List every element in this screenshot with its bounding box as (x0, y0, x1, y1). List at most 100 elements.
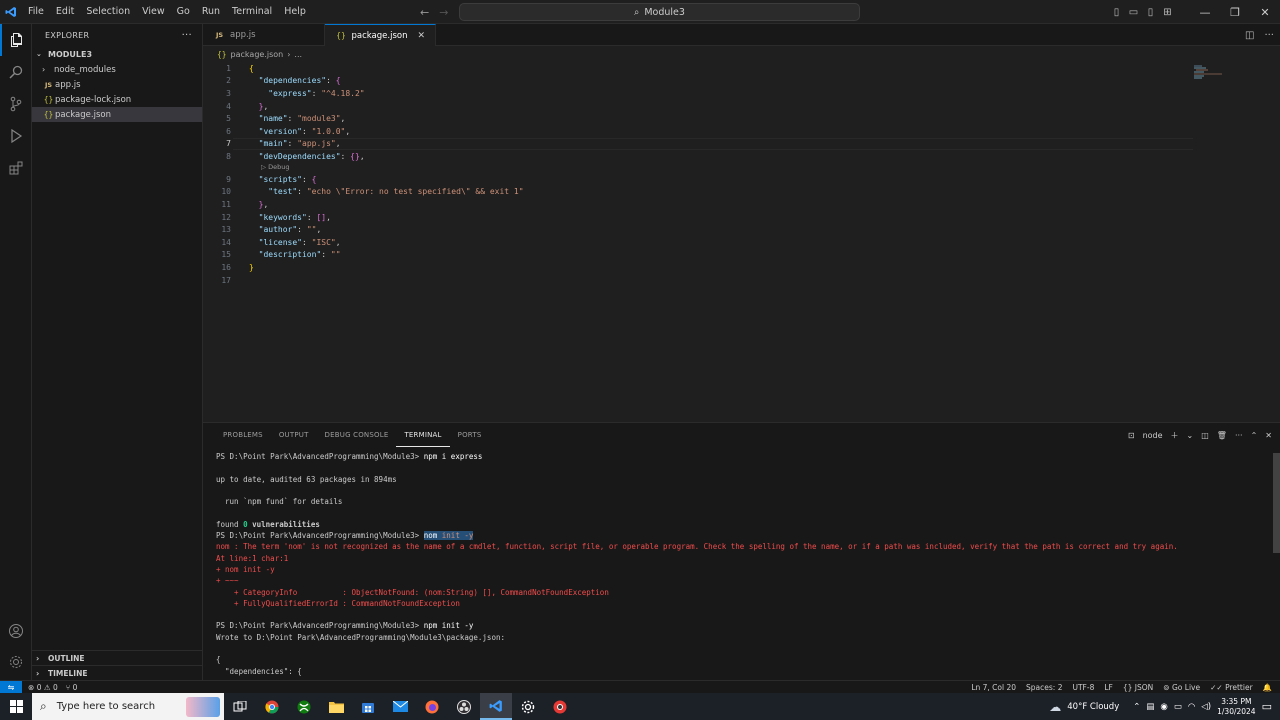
minimize-icon[interactable]: — (1190, 6, 1220, 19)
indentation[interactable]: Spaces: 2 (1026, 683, 1062, 692)
timeline-section[interactable]: › TIMELINE (32, 665, 203, 680)
more-actions-icon[interactable]: ··· (1264, 30, 1274, 41)
back-arrow-icon[interactable]: ← (420, 6, 429, 19)
menu-help[interactable]: Help (278, 0, 312, 24)
menu-run[interactable]: Run (196, 0, 226, 24)
encoding[interactable]: UTF-8 (1072, 683, 1094, 692)
file-explorer-icon[interactable] (320, 693, 352, 720)
end-of-line[interactable]: LF (1104, 683, 1113, 692)
forward-arrow-icon[interactable]: → (439, 6, 448, 19)
json-key: "dependencies" (258, 76, 327, 86)
minimap[interactable] (1192, 64, 1232, 80)
tab-debug-console[interactable]: DEBUG CONSOLE (317, 423, 397, 447)
clock[interactable]: 3:35 PM 1/30/2024 (1217, 697, 1255, 717)
explorer-sidebar: EXPLORER ··· ⌄ MODULE3 › node_modules JS… (32, 24, 203, 680)
code-line: 11 }, (203, 198, 1203, 211)
firefox-icon[interactable] (416, 693, 448, 720)
problems-status[interactable]: ⊗ 0 ⚠ 0 (28, 683, 58, 692)
volume-icon[interactable]: ◁) (1201, 702, 1211, 712)
code-line: 14 "license": "ISC", (203, 236, 1203, 249)
tab-app-js[interactable]: JS app.js (203, 24, 325, 46)
restore-icon[interactable]: ❐ (1220, 6, 1250, 19)
breadcrumb-rest[interactable]: ... (294, 50, 302, 59)
settings-gear-icon[interactable] (512, 693, 544, 720)
terminal-output[interactable]: PS D:\Point Park\AdvancedProgramming\Mod… (216, 451, 1266, 677)
obs-icon[interactable] (448, 693, 480, 720)
close-window-icon[interactable]: ✕ (1250, 6, 1280, 19)
debug-codelens[interactable]: ▷ Debug (261, 163, 289, 171)
notifications-bell-icon[interactable]: 🔔 (1263, 683, 1272, 692)
toggle-sidebar-icon[interactable]: ▯ (1108, 7, 1125, 18)
ports-status[interactable]: ⑂ 0 (66, 683, 78, 692)
breadcrumb-file[interactable]: package.json (231, 50, 284, 59)
wifi-icon[interactable]: ◠ (1188, 702, 1195, 712)
explorer-icon[interactable] (0, 24, 32, 56)
tab-problems[interactable]: PROBLEMS (215, 423, 271, 447)
chrome-icon[interactable] (256, 693, 288, 720)
command-center-search[interactable]: ⌕ Module3 (459, 3, 860, 21)
terminal-prompt: PS D:\Point Park\AdvancedProgramming\Mod… (216, 621, 424, 631)
go-live-button[interactable]: ⊚ Go Live (1163, 683, 1200, 692)
tree-item-app-js[interactable]: JS app.js (32, 77, 202, 92)
weather-text[interactable]: 40°F Cloudy (1067, 702, 1119, 712)
tree-item-node-modules[interactable]: › node_modules (32, 62, 202, 77)
tab-output[interactable]: OUTPUT (271, 423, 317, 447)
taskbar-search[interactable]: ⌕ Type here to search (32, 693, 224, 720)
line-number: 3 (226, 88, 231, 98)
manage-gear-icon[interactable] (0, 646, 32, 678)
remote-indicator-icon[interactable]: ⇋ (0, 680, 22, 694)
terminal-name[interactable]: node (1143, 431, 1163, 440)
tab-ports[interactable]: PORTS (450, 423, 490, 447)
camera-icon[interactable]: ◉ (1160, 702, 1167, 712)
close-tab-icon[interactable]: ✕ (417, 31, 425, 41)
menu-edit[interactable]: Edit (50, 0, 80, 24)
toggle-panel-icon[interactable]: ▭ (1125, 7, 1142, 18)
tab-package-json[interactable]: {} package.json ✕ (324, 24, 437, 46)
xbox-icon[interactable] (288, 693, 320, 720)
run-debug-icon[interactable] (0, 120, 32, 152)
outline-section[interactable]: › OUTLINE (32, 650, 203, 665)
extensions-icon[interactable] (0, 152, 32, 184)
split-editor-icon[interactable]: ◫ (1245, 30, 1254, 41)
prettier-status[interactable]: ✓✓ Prettier (1210, 683, 1253, 692)
battery-icon[interactable]: ▭ (1174, 702, 1182, 712)
terminal-scrollbar[interactable] (1273, 453, 1280, 553)
menu-go[interactable]: Go (171, 0, 196, 24)
more-actions-icon[interactable]: ··· (1235, 431, 1243, 440)
trash-icon[interactable]: 🗑 (1217, 431, 1227, 440)
new-terminal-icon[interactable]: ＋ (1171, 430, 1179, 441)
vscode-taskbar-icon[interactable] (480, 693, 512, 720)
windows-start-icon[interactable] (0, 693, 32, 720)
source-control-icon[interactable] (0, 88, 32, 120)
more-actions-icon[interactable]: ··· (182, 30, 192, 41)
close-panel-icon[interactable]: ✕ (1265, 431, 1272, 440)
language-mode[interactable]: {} JSON (1123, 683, 1153, 692)
search-icon[interactable] (0, 56, 32, 88)
network-icon[interactable]: ▤ (1146, 702, 1154, 712)
notification-center-icon[interactable]: ▭ (1262, 700, 1272, 713)
task-view-icon[interactable] (224, 693, 256, 720)
tree-item-package-lock-json[interactable]: {} package-lock.json (32, 92, 202, 107)
code-line: 16 } (203, 261, 1203, 274)
chrome-alt-icon[interactable] (544, 693, 576, 720)
split-terminal-icon[interactable]: ◫ (1201, 431, 1209, 440)
store-icon[interactable] (352, 693, 384, 720)
chevron-down-icon[interactable]: ⌄ (1187, 431, 1194, 440)
line-number: 13 (221, 225, 231, 235)
tab-terminal[interactable]: TERMINAL (396, 423, 450, 447)
menu-file[interactable]: File (22, 0, 50, 24)
search-icon: ⌕ (634, 6, 640, 18)
workspace-folder[interactable]: ⌄ MODULE3 (32, 46, 202, 62)
tree-item-package-json[interactable]: {} package.json (32, 107, 202, 122)
cursor-position[interactable]: Ln 7, Col 20 (971, 683, 1016, 692)
menu-selection[interactable]: Selection (80, 0, 136, 24)
customize-layout-icon[interactable]: ⊞ (1159, 7, 1176, 18)
toggle-secondary-sidebar-icon[interactable]: ▯ (1142, 7, 1159, 18)
menu-view[interactable]: View (136, 0, 171, 24)
code-editor[interactable]: 1 { 2 "dependencies": { 3 "express": "^4… (203, 62, 1280, 422)
mail-icon[interactable] (384, 693, 416, 720)
accounts-icon[interactable] (0, 615, 32, 647)
menu-terminal[interactable]: Terminal (226, 0, 278, 24)
chevron-up-icon[interactable]: ⌃ (1133, 702, 1140, 712)
maximize-panel-icon[interactable]: ⌃ (1251, 431, 1258, 440)
